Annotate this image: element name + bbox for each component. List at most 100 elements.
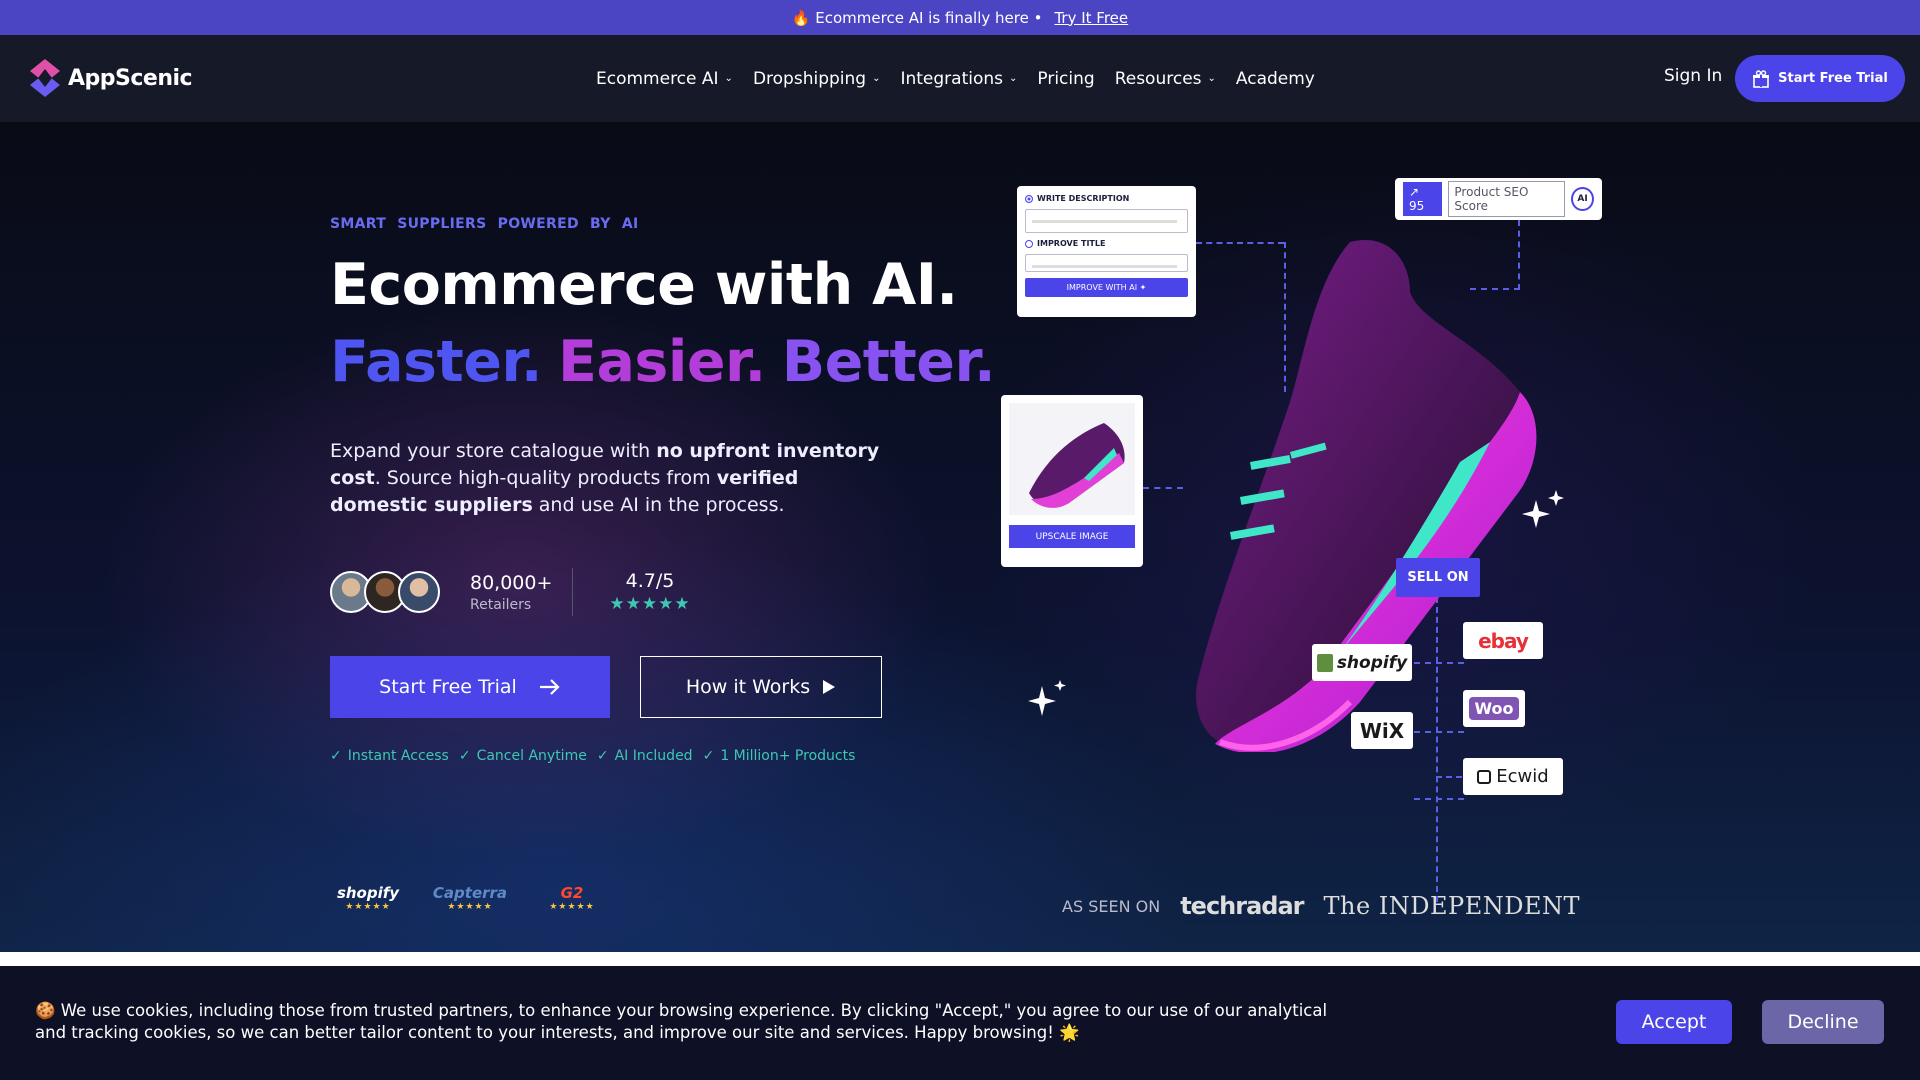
sparkle-icon — [1522, 490, 1564, 528]
woo-logo-text: Woo — [1469, 697, 1519, 720]
chevron-down-icon: ⌄ — [1008, 73, 1018, 84]
shopify-platform-logo: shopify — [1312, 644, 1412, 681]
improve-title-option[interactable]: IMPROVE TITLE — [1025, 239, 1188, 248]
top-nav: AppScenic Ecommerce AI ⌄ Dropshipping ⌄ … — [0, 35, 1920, 122]
badge-stars-icon: ★★★★★ — [447, 902, 493, 912]
divider — [572, 568, 574, 616]
write-description-card: WRITE DESCRIPTION IMPROVE TITLE IMPROVE … — [1017, 186, 1196, 317]
g2-badge[interactable]: G2 ★★★★★ — [534, 884, 610, 912]
ai-refresh-icon: AI — [1571, 187, 1594, 211]
badge-stars-icon: ★★★★★ — [549, 902, 595, 912]
cookie-message: 🍪 We use cookies, including those from t… — [35, 1001, 1328, 1042]
brand-name: AppScenic — [68, 65, 193, 91]
sign-in-link[interactable]: Sign In — [1664, 66, 1722, 86]
menu-label: Dropshipping — [752, 68, 867, 89]
rating-stat: 4.7/5 ★★★★★ — [609, 570, 690, 614]
cookie-banner: 🍪 We use cookies, including those from t… — [0, 966, 1920, 1080]
shopify-badge[interactable]: shopify ★★★★★ — [330, 884, 406, 912]
check-icon: ✓ — [596, 748, 609, 764]
try-it-free-link[interactable]: Try It Free — [1054, 9, 1128, 27]
write-description-option[interactable]: WRITE DESCRIPTION — [1025, 194, 1188, 203]
g2-badge-label: G2 — [560, 884, 584, 902]
capterra-badge[interactable]: Capterra ★★★★★ — [432, 884, 508, 912]
shopify-badge-label: shopify — [336, 884, 400, 902]
hero-tagline: Faster. Easier. Better. — [330, 329, 996, 395]
appscenic-logo-icon — [30, 59, 60, 97]
check-label: 1 Million+ Products — [720, 748, 856, 764]
menu-label: Integrations — [900, 68, 1003, 89]
check-icon: ✓ — [702, 748, 715, 764]
check-icon: ✓ — [330, 748, 342, 764]
techradar-logo: techradar — [1180, 892, 1304, 920]
seo-score-number: 95 — [1409, 199, 1425, 213]
logo[interactable]: AppScenic — [30, 59, 193, 97]
hero-lead: Expand your store catalogue with no upfr… — [330, 438, 890, 519]
hero-eyebrow: SMART SUPPLIERS POWERED BY AI — [330, 216, 639, 232]
lead-text: . Source high-quality products from — [374, 467, 717, 489]
woo-platform-logo: Woo — [1463, 690, 1525, 727]
badge-stars-icon: ★★★★★ — [345, 902, 391, 912]
play-icon — [823, 680, 836, 694]
menu-label: Pricing — [1037, 68, 1095, 89]
hero-section: SMART SUPPLIERS POWERED BY AI Ecommerce … — [0, 122, 1920, 952]
lead-text: Expand your store catalogue with — [330, 440, 657, 462]
check-icon: ✓ — [458, 748, 471, 764]
gift-icon — [1753, 69, 1770, 88]
section-divider — [0, 952, 1920, 966]
write-description-label: WRITE DESCRIPTION — [1037, 194, 1130, 203]
menu-label: Academy — [1235, 68, 1315, 89]
as-seen-on-label: AS SEEN ON — [1062, 896, 1161, 916]
upscale-image-button[interactable]: UPSCALE IMAGE — [1009, 525, 1135, 548]
cookie-accept-button[interactable]: Accept — [1616, 1000, 1732, 1044]
chevron-down-icon: ⌄ — [1207, 73, 1216, 84]
lead-text: and use AI in the process. — [532, 494, 785, 516]
sparkle-icon — [1028, 680, 1066, 716]
chevron-down-icon: ⌄ — [872, 73, 881, 84]
shopify-logo-text: shopify — [1336, 652, 1408, 673]
check-label: Cancel Anytime — [476, 748, 587, 764]
capterra-badge-label: Capterra — [432, 884, 508, 902]
seo-score-value: ↗ 95 — [1403, 182, 1443, 216]
avatar-group — [330, 571, 440, 613]
sneaker-thumbnail-icon — [1029, 423, 1125, 508]
menu-ecommerce-ai[interactable]: Ecommerce AI ⌄ — [596, 69, 733, 89]
improve-with-ai-button[interactable]: IMPROVE WITH AI ✦ — [1025, 278, 1188, 297]
check-item: ✓ 1 Million+ Products — [703, 748, 856, 764]
menu-label: Ecommerce AI — [596, 68, 719, 89]
chevron-down-icon: ⌄ — [724, 73, 733, 84]
secondary-cta-label: How it Works — [685, 676, 811, 698]
ecwid-platform-logo: Ecwid — [1463, 758, 1563, 795]
retailers-stat: 80,000+ Retailers — [470, 572, 552, 613]
title-field[interactable] — [1025, 254, 1188, 272]
menu-resources[interactable]: Resources ⌄ — [1115, 69, 1216, 89]
nav-cta-label: Start Free Trial — [1778, 71, 1888, 86]
as-seen-on: AS SEEN ON techradar The INDEPENDENT — [1062, 892, 1580, 920]
hero-headline: Ecommerce with AI. — [330, 252, 958, 318]
menu-pricing[interactable]: Pricing — [1037, 69, 1094, 89]
cookie-decline-button[interactable]: Decline — [1762, 1000, 1884, 1044]
review-badges: shopify ★★★★★ Capterra ★★★★★ G2 ★★★★★ — [330, 884, 610, 912]
how-it-works-button[interactable]: How it Works — [640, 656, 882, 718]
avatar — [398, 571, 440, 613]
shopify-bag-icon — [1316, 653, 1333, 672]
menu-dropshipping[interactable]: Dropshipping ⌄ — [753, 69, 881, 89]
ebay-logo-text: ebay — [1478, 628, 1529, 653]
primary-cta-label: Start Free Trial — [379, 676, 517, 698]
start-free-trial-button[interactable]: Start Free Trial — [330, 656, 610, 718]
announcement-text: 🔥 Ecommerce AI is finally here • — [791, 8, 1043, 27]
announcement-bar: 🔥 Ecommerce AI is finally here • Try It … — [0, 0, 1920, 35]
check-item: ✓ AI Included — [597, 748, 693, 764]
wix-logo-text: WiX — [1359, 718, 1405, 743]
retailers-label: Retailers — [470, 596, 532, 613]
description-field[interactable] — [1025, 209, 1188, 233]
connector-line — [1414, 798, 1464, 800]
tagline-easier: Easier. — [558, 329, 766, 395]
ecwid-logo-text: Ecwid — [1496, 766, 1549, 787]
upscale-image-card: UPSCALE IMAGE — [1001, 395, 1143, 567]
check-label: Instant Access — [347, 748, 449, 764]
tagline-better: Better. — [781, 329, 996, 395]
menu-integrations[interactable]: Integrations ⌄ — [900, 69, 1017, 89]
nav-start-trial-button[interactable]: Start Free Trial — [1735, 55, 1905, 102]
menu-academy[interactable]: Academy — [1236, 69, 1315, 89]
seo-score-label: Product SEO Score — [1448, 181, 1566, 217]
